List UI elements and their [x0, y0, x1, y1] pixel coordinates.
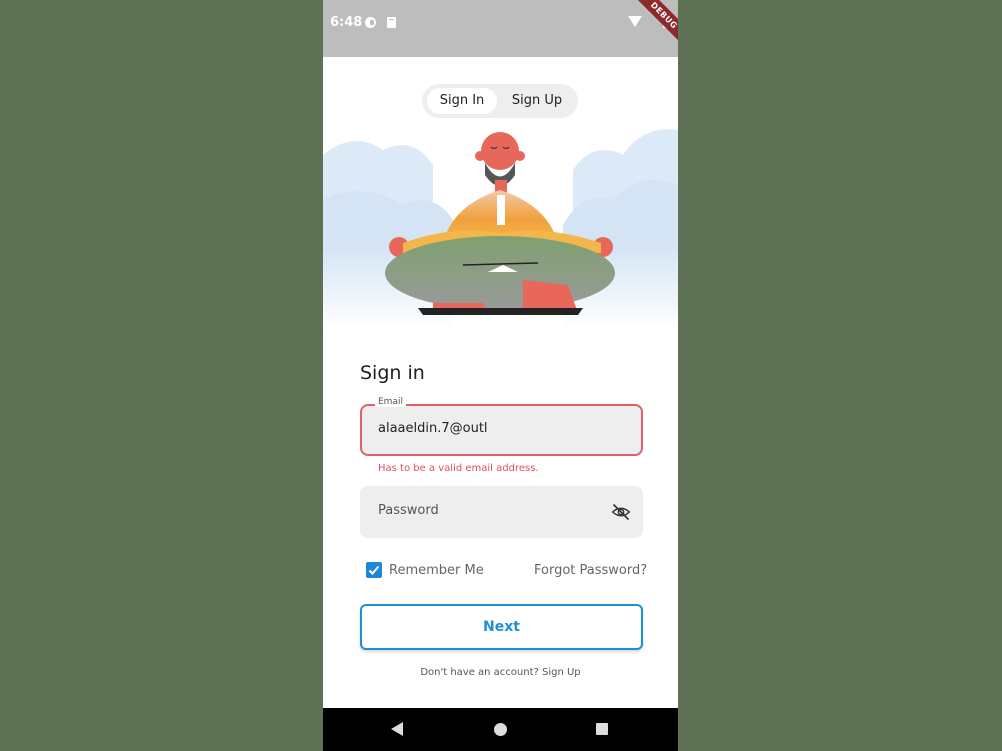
- email-value[interactable]: alaaeldin.7@outl: [378, 421, 488, 436]
- password-placeholder: Password: [378, 503, 439, 518]
- email-error-message: Has to be a valid email address.: [378, 463, 539, 474]
- android-nav-bar: [323, 708, 678, 751]
- back-icon[interactable]: [391, 722, 403, 736]
- recents-icon[interactable]: [596, 723, 608, 735]
- tab-sign-up[interactable]: Sign Up: [502, 88, 572, 114]
- eye-off-icon[interactable]: [610, 502, 632, 522]
- meditation-illustration: [323, 129, 678, 330]
- notification-icon: [365, 17, 376, 28]
- checkmark-icon: [368, 565, 380, 575]
- remember-me-checkbox[interactable]: [366, 562, 382, 578]
- signup-prompt[interactable]: Don't have an account? Sign Up: [323, 667, 678, 678]
- phone-screen: 6:48 DEBUG Sign In Sign Up Sign in Email…: [323, 0, 678, 751]
- wifi-icon: [628, 16, 642, 27]
- status-time: 6:48: [330, 15, 363, 30]
- email-label: Email: [375, 397, 406, 407]
- form-title: Sign in: [360, 362, 425, 384]
- sd-card-icon: [387, 17, 396, 28]
- email-field[interactable]: Email alaaeldin.7@outl: [360, 397, 643, 456]
- remember-me-label[interactable]: Remember Me: [389, 563, 484, 578]
- auth-tab-switch: Sign In Sign Up: [422, 84, 578, 118]
- next-button[interactable]: Next: [360, 604, 643, 650]
- forgot-password-link[interactable]: Forgot Password?: [534, 563, 647, 578]
- password-field[interactable]: Password: [360, 486, 643, 538]
- home-icon[interactable]: [494, 723, 507, 736]
- status-bar: 6:48 DEBUG: [323, 0, 678, 57]
- tab-sign-in[interactable]: Sign In: [427, 88, 497, 114]
